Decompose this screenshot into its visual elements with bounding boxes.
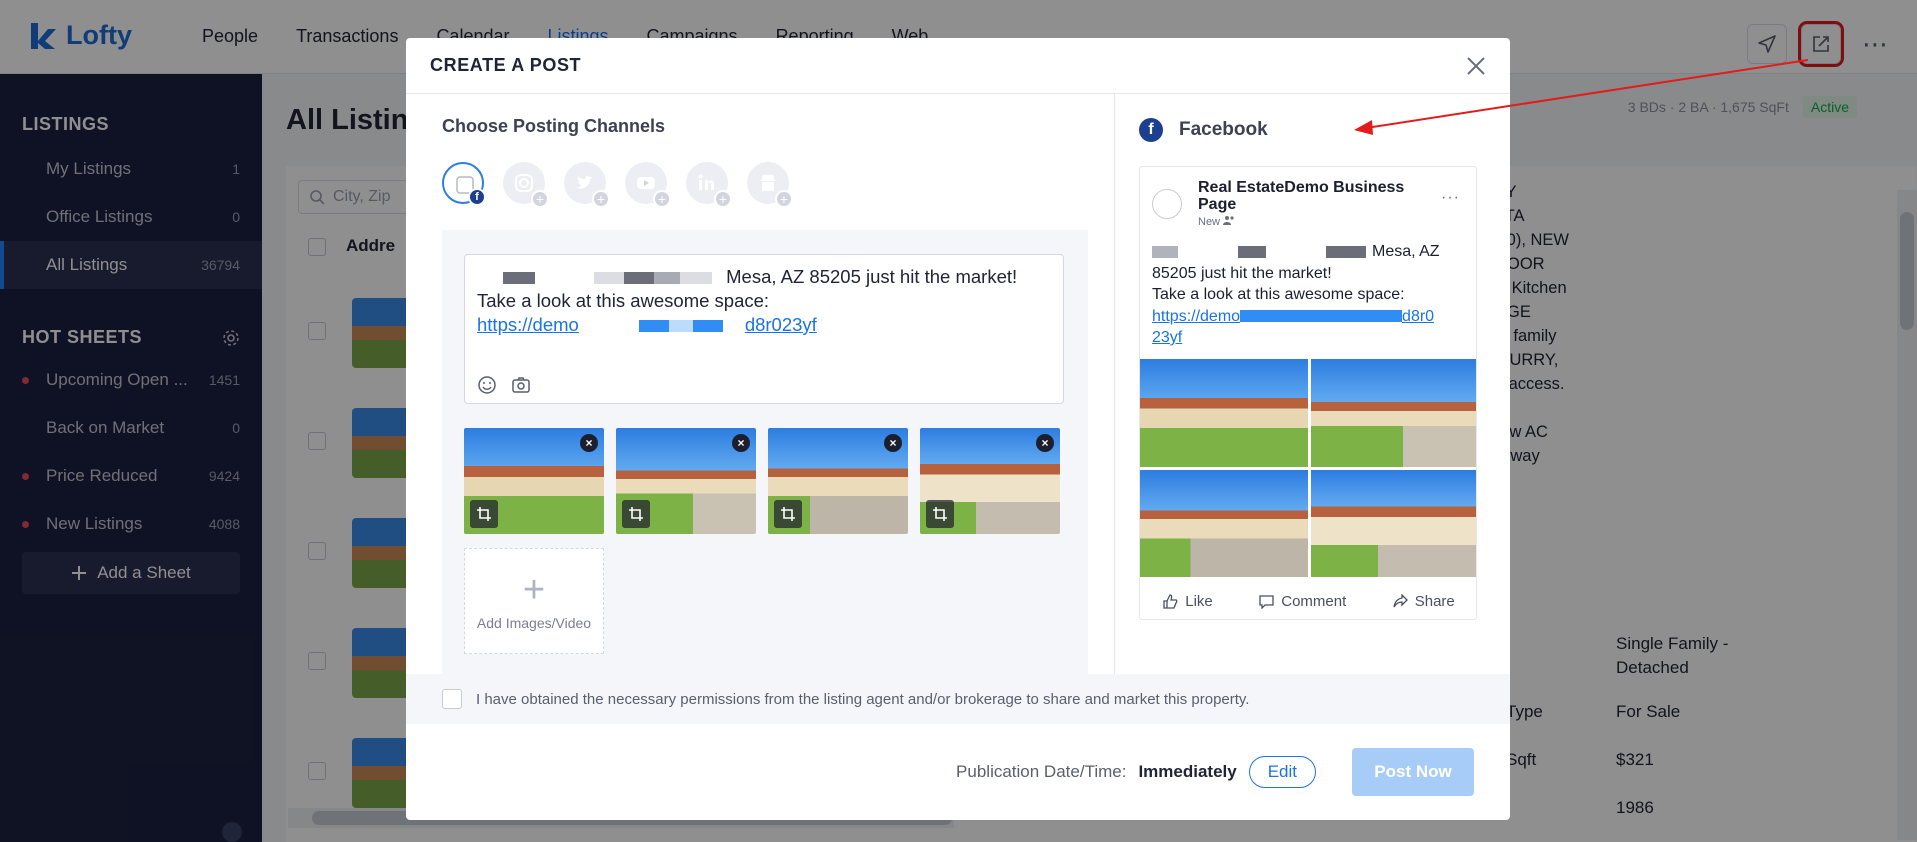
crop-button[interactable] [622, 500, 650, 528]
audience-icon [1223, 216, 1234, 225]
comment-action: Comment [1259, 593, 1346, 610]
page-avatar [1152, 189, 1182, 219]
editor-toolbar [477, 375, 531, 395]
publication-label: Publication Date/Time: [956, 762, 1127, 781]
crop-icon [477, 507, 491, 521]
post-text-line2: Take a look at this awesome space: [477, 290, 770, 311]
camera-icon[interactable] [511, 375, 531, 395]
redacted-block [594, 272, 625, 285]
post-link[interactable]: https://demo d8r023yf [477, 313, 1051, 337]
channel-facebook[interactable]: f [442, 162, 486, 206]
crop-button[interactable] [926, 500, 954, 528]
channel-linkedin[interactable]: + [686, 162, 732, 208]
like-action: Like [1163, 593, 1213, 610]
attached-image[interactable]: × [768, 428, 908, 534]
plus-icon: + [522, 569, 546, 611]
comment-icon [1259, 594, 1274, 609]
add-channel-icon: + [714, 190, 732, 208]
twitter-icon [577, 175, 593, 189]
remove-image-icon[interactable]: × [580, 434, 598, 452]
thumbs-up-icon [1163, 593, 1178, 609]
share-action: Share [1393, 593, 1455, 610]
preview-image [1310, 359, 1476, 467]
modal-header: CREATE A POST [406, 38, 1510, 94]
channel-google-business[interactable]: + [747, 162, 793, 208]
compose-column: Choose Posting Channels f + + + + + Mesa… [406, 94, 1114, 674]
emoji-icon[interactable] [477, 375, 497, 395]
preview-image-grid [1140, 359, 1476, 577]
channel-list: f + + + + + [442, 162, 793, 208]
crop-button[interactable] [470, 500, 498, 528]
preview-header: f Facebook [1139, 118, 1268, 142]
post-now-button[interactable]: Post Now [1352, 748, 1474, 796]
redacted-block [654, 272, 681, 285]
permission-bar: I have obtained the necessary permission… [406, 674, 1510, 724]
facebook-icon: f [1139, 118, 1163, 142]
linkedin-icon [698, 174, 714, 190]
share-arrow-icon [1393, 593, 1408, 607]
facebook-badge-icon: f [468, 188, 486, 206]
preview-column: f Facebook Real EstateDemo Business Page… [1114, 94, 1510, 674]
redacted-block [680, 272, 713, 285]
redacted-block [624, 272, 655, 285]
edit-publication-button[interactable]: Edit [1248, 756, 1316, 788]
preview-image [1140, 359, 1308, 467]
attached-images: × × × × [464, 428, 1060, 534]
attached-image[interactable]: × [920, 428, 1060, 534]
page-name: Real EstateDemo Business Page [1198, 179, 1405, 213]
remove-image-icon[interactable]: × [1036, 434, 1054, 452]
preview-post-text: Mesa, AZ 85205 just hit the market! Take… [1152, 243, 1440, 346]
attached-image[interactable]: × [464, 428, 604, 534]
permission-checkbox[interactable] [442, 689, 462, 709]
facebook-post-preview: Real EstateDemo Business Page New ··· Me… [1139, 166, 1477, 620]
add-channel-icon: + [531, 190, 549, 208]
post-text-line1: Mesa, AZ 85205 just hit the market! [477, 265, 1051, 289]
preview-image [1140, 469, 1308, 577]
post-text-editor[interactable]: Mesa, AZ 85205 just hit the market! Take… [464, 254, 1064, 404]
compose-area: Mesa, AZ 85205 just hit the market! Take… [442, 230, 1088, 674]
preview-network-label: Facebook [1179, 119, 1268, 140]
publication-value: Immediately [1138, 762, 1237, 781]
remove-image-icon[interactable]: × [884, 434, 902, 452]
create-post-modal: CREATE A POST Choose Posting Channels f … [406, 38, 1510, 820]
permission-text: I have obtained the necessary permission… [476, 690, 1250, 708]
add-media-label: Add Images/Video [476, 615, 592, 631]
add-channel-icon: + [653, 190, 671, 208]
crop-button[interactable] [774, 500, 802, 528]
crop-icon [933, 507, 947, 521]
channel-instagram[interactable]: + [503, 162, 549, 208]
post-meta: New [1198, 215, 1235, 228]
more-options-icon[interactable]: ··· [1441, 189, 1460, 207]
add-images-video-button[interactable]: + Add Images/Video [464, 548, 604, 654]
preview-image [1310, 469, 1476, 577]
crop-icon [629, 507, 643, 521]
choose-channels-title: Choose Posting Channels [442, 116, 666, 136]
channel-youtube[interactable]: + [625, 162, 671, 208]
modal-title: CREATE A POST [430, 55, 582, 75]
instagram-icon [515, 174, 533, 192]
preview-actions: Like Comment Share [1140, 581, 1476, 619]
modal-footer: Publication Date/Time: Immediately Edit … [406, 724, 1510, 820]
add-channel-icon: + [775, 190, 793, 208]
close-icon[interactable] [1464, 54, 1488, 78]
crop-icon [781, 507, 795, 521]
attached-image[interactable]: × [616, 428, 756, 534]
youtube-icon [637, 177, 655, 189]
google-business-icon [761, 175, 775, 191]
channel-twitter[interactable]: + [564, 162, 610, 208]
redacted-block [503, 272, 535, 285]
add-channel-icon: + [592, 190, 610, 208]
remove-image-icon[interactable]: × [732, 434, 750, 452]
